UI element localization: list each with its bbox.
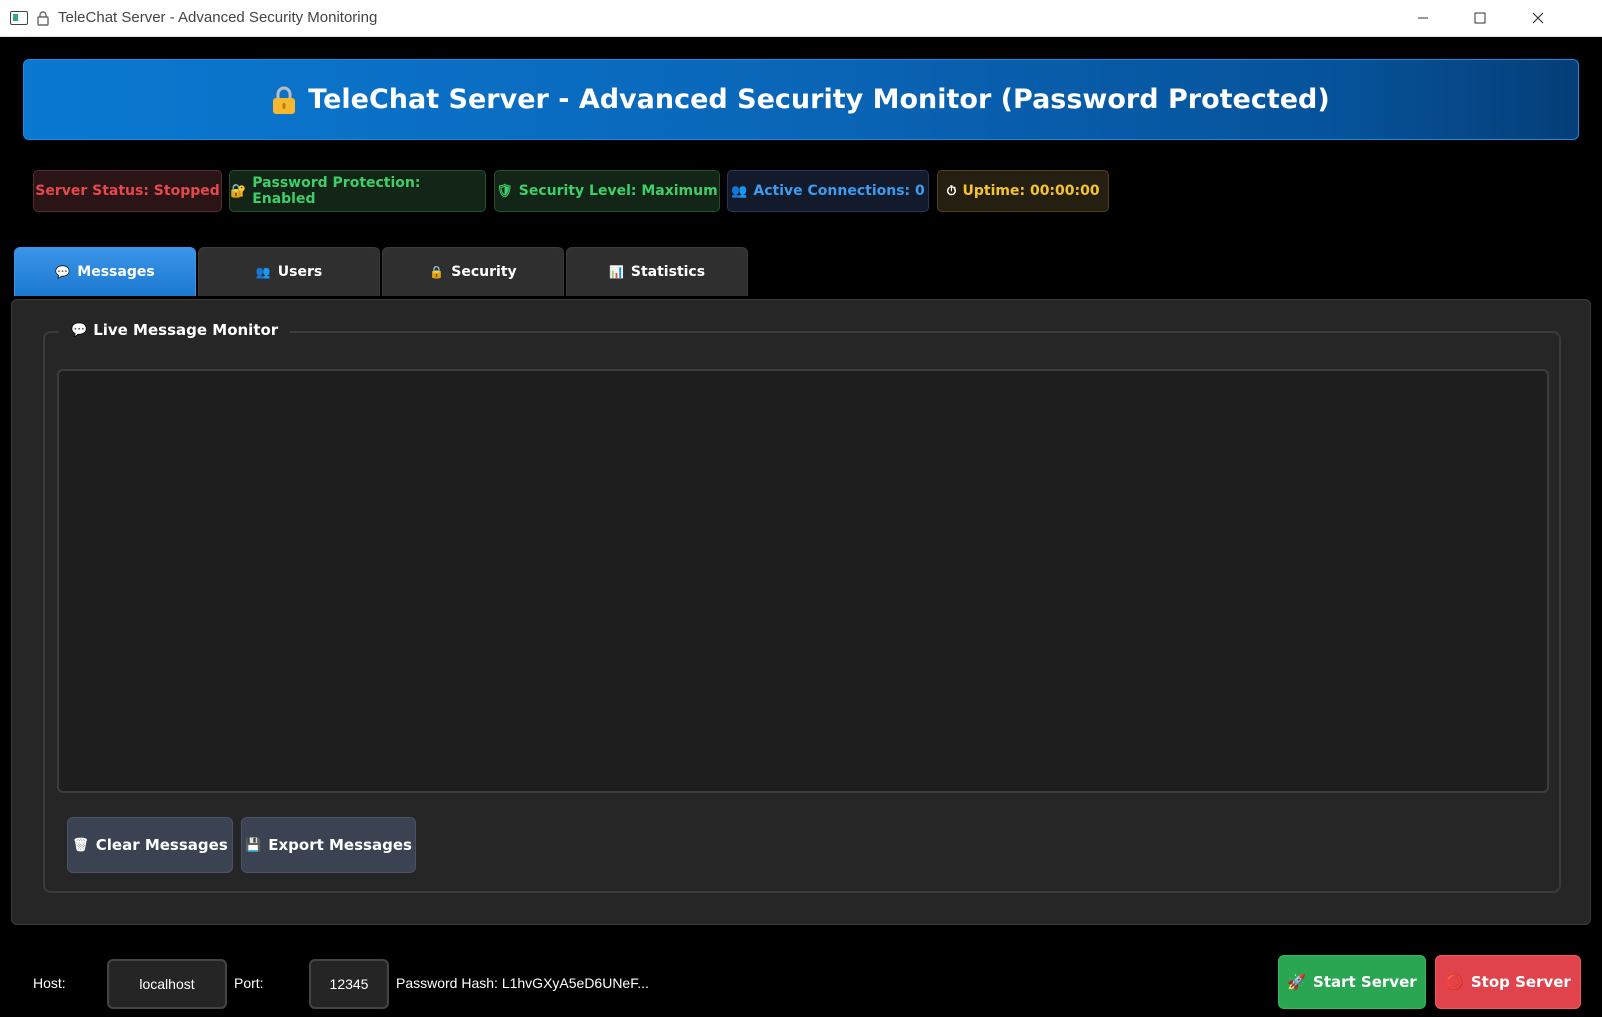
app-icon <box>10 11 28 25</box>
page-title: TeleChat Server - Advanced Security Moni… <box>308 84 1330 115</box>
users-icon: 👥 <box>731 183 748 199</box>
shield-icon: 🛡 <box>496 183 513 199</box>
live-message-monitor-group: 💬 Live Message Monitor 🗑 Clear Messages … <box>43 321 1561 893</box>
tab-label: Statistics <box>630 264 706 280</box>
window-title: TeleChat Server - Advanced Security Moni… <box>58 9 378 26</box>
maximize-icon <box>1474 12 1486 24</box>
port-input[interactable]: 12345 <box>309 959 389 1009</box>
clear-messages-button[interactable]: 🗑 Clear Messages <box>67 817 233 873</box>
tab-security[interactable]: 🔒 Security <box>382 247 564 296</box>
stop-server-label: Stop Server <box>1470 973 1571 991</box>
host-label: Host: <box>33 975 66 991</box>
stop-icon: ⭕ <box>1445 973 1464 991</box>
start-server-button[interactable]: 🚀 Start Server <box>1278 955 1426 1009</box>
speech-bubble-icon: 💬 <box>71 322 88 338</box>
messages-panel: 💬 Live Message Monitor 🗑 Clear Messages … <box>11 299 1591 925</box>
security-level-badge: 🛡 Security Level: Maximum <box>494 170 720 212</box>
lock-icon: 🔒 <box>429 265 445 279</box>
tab-label: Messages <box>77 264 155 280</box>
security-level-text: Security Level: Maximum <box>518 183 718 199</box>
stopwatch-icon: ⏱ <box>946 183 957 199</box>
lock-icon <box>273 86 296 114</box>
export-messages-label: Export Messages <box>268 836 412 854</box>
header-banner: TeleChat Server - Advanced Security Moni… <box>23 59 1579 140</box>
footer-bar: Host: localhost Port: 12345 Password Has… <box>0 945 1602 1017</box>
password-protection-badge: 🔐 Password Protection: Enabled <box>229 170 486 212</box>
stop-server-button[interactable]: ⭕ Stop Server <box>1435 955 1581 1009</box>
maximize-button[interactable] <box>1452 0 1508 36</box>
tab-users[interactable]: 👥 Users <box>198 247 380 296</box>
window-titlebar: TeleChat Server - Advanced Security Moni… <box>0 0 1602 37</box>
uptime-badge: ⏱ Uptime: 00:00:00 <box>937 170 1109 212</box>
server-status-text: Server Status: Stopped <box>35 183 220 199</box>
port-label: Port: <box>234 975 264 991</box>
tab-label: Security <box>451 264 517 280</box>
tab-label: Users <box>277 264 323 280</box>
lock-icon <box>37 11 49 26</box>
tab-statistics[interactable]: 📊 Statistics <box>566 247 748 296</box>
chart-icon: 📊 <box>608 265 624 279</box>
close-icon <box>1532 12 1544 24</box>
group-title-label: Live Message Monitor <box>93 321 279 339</box>
floppy-disk-icon: 💾 <box>245 837 262 853</box>
rocket-icon: 🚀 <box>1287 973 1307 991</box>
minimize-button[interactable] <box>1395 0 1451 36</box>
group-title: 💬 Live Message Monitor <box>59 321 291 339</box>
uptime-text: Uptime: 00:00:00 <box>962 183 1100 199</box>
lock-icon: 🔐 <box>230 183 247 199</box>
clear-messages-label: Clear Messages <box>95 836 228 854</box>
trash-icon: 🗑 <box>72 837 89 853</box>
speech-bubble-icon: 💬 <box>55 265 71 279</box>
message-log[interactable] <box>57 369 1549 793</box>
start-server-label: Start Server <box>1313 973 1417 991</box>
password-hash-text: Password Hash: L1hvGXyA5eD6UNeF... <box>396 975 649 991</box>
active-connections-text: Active Connections: 0 <box>753 183 925 199</box>
users-icon: 👥 <box>255 265 271 279</box>
server-status-badge: Server Status: Stopped <box>33 170 222 212</box>
close-button[interactable] <box>1510 0 1566 36</box>
export-messages-button[interactable]: 💾 Export Messages <box>241 817 416 873</box>
minimize-icon <box>1418 17 1428 19</box>
tab-messages[interactable]: 💬 Messages <box>14 247 196 296</box>
active-connections-badge: 👥 Active Connections: 0 <box>727 170 929 212</box>
host-input[interactable]: localhost <box>107 959 227 1009</box>
password-protection-text: Password Protection: Enabled <box>252 175 421 207</box>
